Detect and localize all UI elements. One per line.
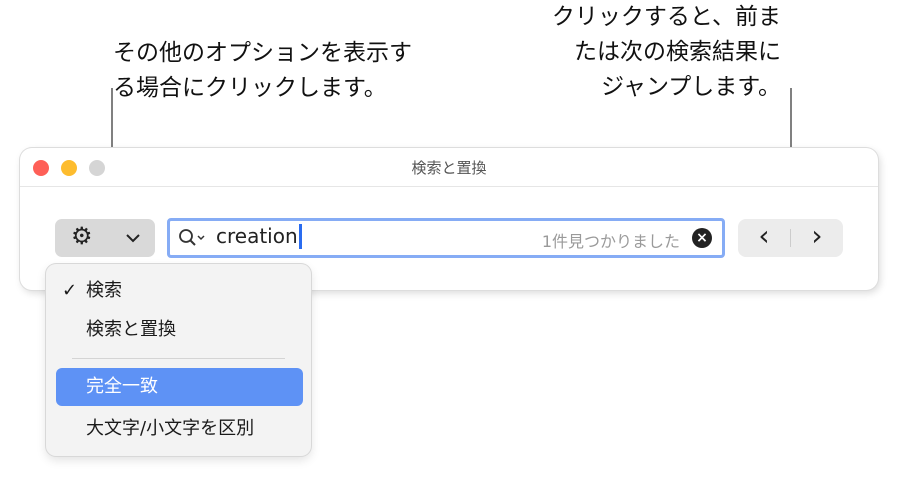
callout-line: ジャンプします。 — [601, 74, 781, 100]
options-callout: その他のオプションを表示す る場合にクリックします。 — [113, 36, 412, 106]
menu-item-find[interactable]: ✓ 検索 — [56, 272, 303, 310]
window-title: 検索と置換 — [411, 159, 487, 177]
options-menu: ✓ 検索 検索と置換 完全一致 大文字/小文字を区別 — [46, 264, 311, 456]
clear-search-icon[interactable]: × — [692, 228, 712, 248]
checkmark-icon: ✓ — [62, 280, 78, 301]
next-result-button[interactable]: › — [791, 219, 843, 257]
options-menu-button[interactable]: ⚙ — [55, 219, 155, 257]
gear-icon: ⚙ — [71, 222, 93, 250]
result-count: 1件見つかりました — [541, 232, 680, 251]
chevron-left-icon: ‹ — [758, 219, 770, 252]
menu-item-whole-word[interactable]: 完全一致 — [56, 368, 303, 406]
menu-item-find-replace[interactable]: 検索と置換 — [56, 311, 303, 349]
title-bar: 検索と置換 — [20, 148, 878, 187]
search-input[interactable]: creation — [216, 224, 302, 249]
search-field[interactable]: creation 1件見つかりました × — [167, 218, 725, 258]
result-navigation: ‹ › — [738, 219, 843, 257]
callout-line: クリックすると、前ま — [551, 4, 781, 30]
menu-item-label: 大文字/小文字を区別 — [86, 418, 255, 439]
menu-separator — [72, 358, 285, 359]
chevron-right-icon: › — [811, 219, 823, 252]
menu-item-label: 検索と置換 — [86, 319, 176, 340]
callout-line: その他のオプションを表示す — [113, 40, 412, 66]
chevron-down-icon — [126, 234, 140, 243]
callout-line: る場合にクリックします。 — [113, 75, 387, 101]
menu-item-label: 検索 — [86, 280, 122, 301]
callout-line: たは次の検索結果に — [574, 39, 781, 65]
previous-result-button[interactable]: ‹ — [738, 219, 790, 257]
search-icon — [179, 229, 205, 246]
menu-item-match-case[interactable]: 大文字/小文字を区別 — [56, 410, 303, 448]
navigate-callout: クリックすると、前ま たは次の検索結果に ジャンプします。 — [552, 0, 781, 105]
menu-item-label: 完全一致 — [86, 376, 158, 397]
